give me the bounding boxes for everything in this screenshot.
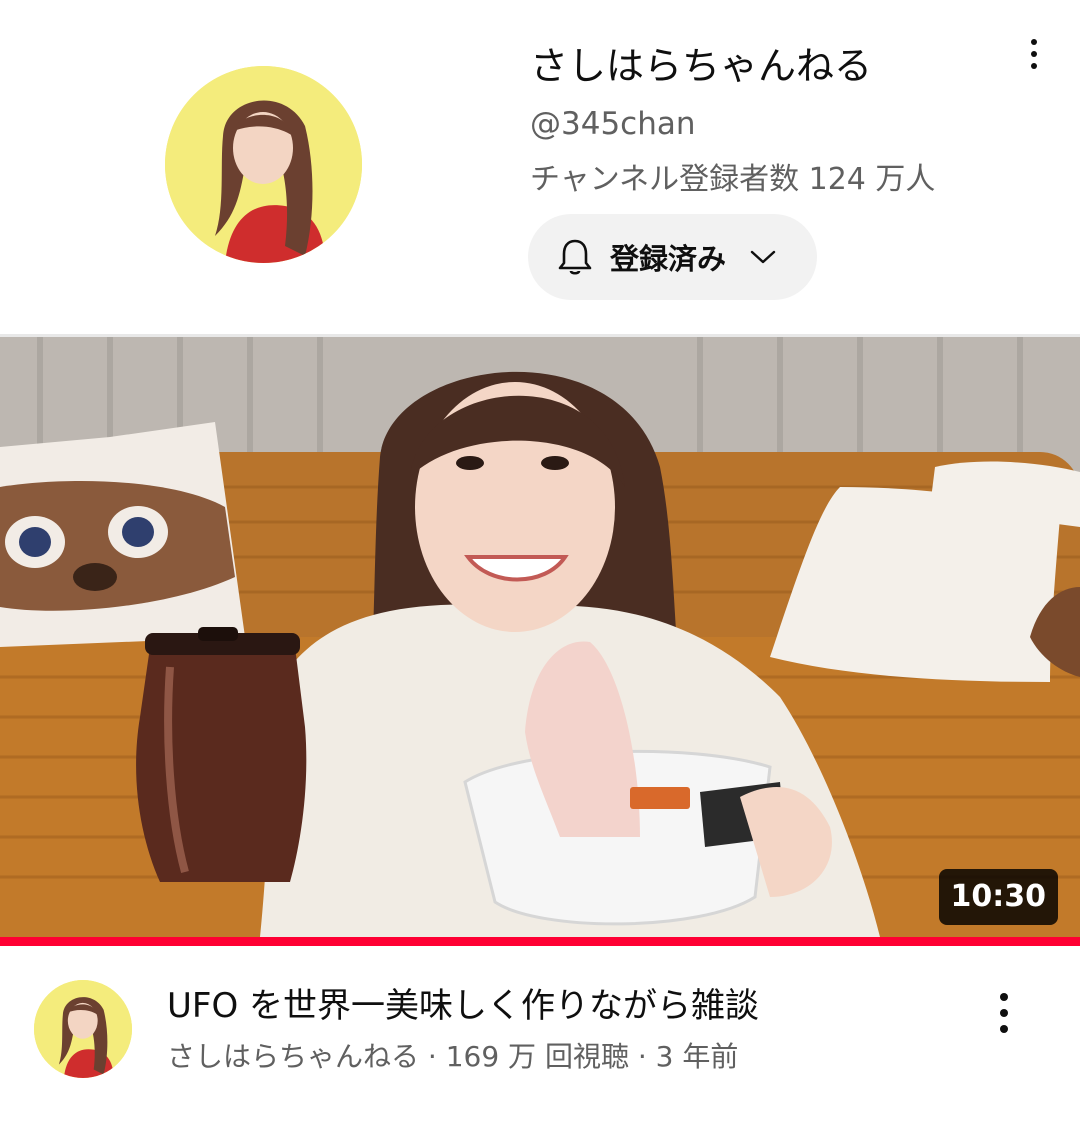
more-vert-icon-dot [1031,51,1037,57]
video-thumbnail[interactable]: 10:30 [0,337,1080,937]
bell-icon [558,239,592,275]
watch-progress-fill [0,937,1080,946]
more-vert-icon-dot [1000,1025,1008,1033]
avatar-illustration [165,66,362,263]
more-vert-icon-dot [1000,1009,1008,1017]
watch-progress-bar [0,937,1080,946]
video-metadata: さしはらちゃんねる · 169 万 回視聴 · 3 年前 [167,1040,739,1073]
channel-handle: @345chan [530,106,696,142]
video-duration: 10:30 [938,869,1058,925]
channel-avatar[interactable] [165,66,362,263]
more-vert-icon-dot [1000,993,1008,1001]
subscribed-label: 登録済み [610,242,727,276]
channel-name: さしはらちゃんねる [530,44,873,88]
subscribed-button[interactable]: 登録済み [528,214,817,300]
avatar-illustration [34,980,132,1078]
chevron-down-icon [750,250,776,264]
video-title[interactable]: UFO を世界一美味しく作りながら雑談 [167,982,759,1030]
channel-page: さしはらちゃんねる @345chan チャンネル登録者数 124 万人 登録済み [0,0,1080,1134]
video-more-button[interactable] [982,988,1026,1038]
more-vert-icon-dot [1031,39,1037,45]
subscriber-count: チャンネル登録者数 124 万人 [530,162,936,197]
video-channel-avatar[interactable] [34,980,132,1078]
more-vert-icon-dot [1031,63,1037,69]
thumbnail-image [0,337,1080,937]
channel-more-button[interactable] [1012,32,1056,76]
